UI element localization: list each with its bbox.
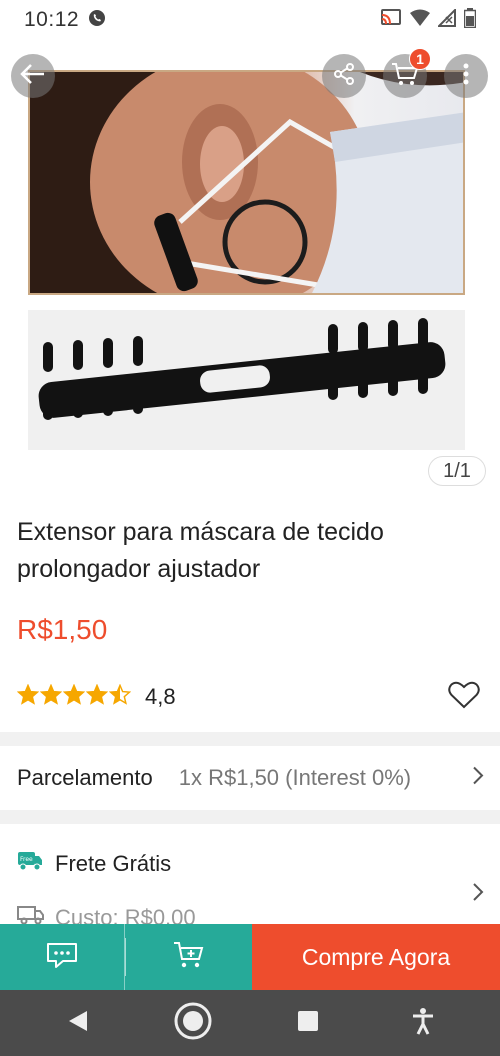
chevron-right-icon: [472, 882, 484, 907]
rating-row: 4,8: [16, 680, 483, 714]
section-divider: [0, 810, 500, 824]
installment-row[interactable]: Parcelamento 1x R$1,50 (Interest 0%): [0, 746, 500, 810]
star-icon: [16, 683, 40, 711]
truck-icon: [17, 904, 45, 924]
free-shipping-row: Free Frete Grátis: [17, 850, 171, 877]
arrow-left-icon: [20, 63, 46, 90]
battery-icon: [463, 7, 477, 33]
cart-count-badge: 1: [409, 48, 431, 70]
chat-icon: [45, 941, 79, 974]
nav-recents-button[interactable]: [278, 998, 338, 1048]
svg-text:Free: Free: [20, 856, 33, 863]
shipping-cost-row: Custo: R$0,00: [17, 904, 196, 924]
section-divider: [0, 732, 500, 746]
nav-home-button[interactable]: [163, 998, 223, 1048]
more-vertical-icon: [463, 63, 469, 90]
action-bar: Compre Agora: [0, 924, 500, 990]
product-photo-ear: [28, 70, 465, 295]
accessibility-icon: [411, 1007, 435, 1040]
installment-value: 1x R$1,50 (Interest 0%): [178, 765, 412, 790]
product-image-gallery[interactable]: 1 1/1: [0, 40, 500, 500]
triangle-back-icon: [67, 1009, 89, 1038]
shipping-section[interactable]: Free Frete Grátis Custo: R$0,00: [0, 824, 500, 924]
share-button[interactable]: [322, 54, 366, 98]
chat-button[interactable]: [0, 924, 125, 990]
signal-icon: [436, 7, 456, 32]
chevron-right-icon: [472, 766, 484, 791]
free-shipping-truck-icon: Free: [17, 850, 43, 877]
rating-stars: [16, 683, 132, 711]
product-price: R$1,50: [17, 614, 108, 645]
star-icon: [39, 683, 63, 711]
add-to-cart-button[interactable]: [125, 924, 252, 990]
system-nav-bar: [0, 990, 500, 1056]
product-title: Extensor para máscara de tecido prolonga…: [17, 518, 384, 583]
installment-label: Parcelamento: [17, 765, 153, 790]
wifi-icon: [410, 9, 430, 32]
status-time: 10:12: [24, 8, 80, 31]
image-counter: 1/1: [428, 456, 486, 486]
share-icon: [332, 62, 356, 91]
heart-icon: [448, 681, 480, 714]
add-to-cart-icon: [173, 940, 205, 975]
buy-now-button[interactable]: Compre Agora: [252, 924, 500, 990]
star-icon: [85, 683, 109, 711]
more-options-button[interactable]: [444, 54, 488, 98]
cast-icon: [380, 8, 402, 32]
rating-value: 4,8: [145, 684, 176, 709]
product-photo-extender: [28, 310, 465, 450]
home-circle-icon: [173, 1001, 213, 1046]
action-separator: [125, 938, 126, 976]
nav-back-button[interactable]: [48, 998, 108, 1048]
free-shipping-label: Frete Grátis: [55, 850, 172, 876]
status-bar: 10:12: [0, 0, 500, 40]
star-icon: [108, 683, 132, 711]
favorite-button[interactable]: [447, 680, 481, 714]
back-button[interactable]: [11, 54, 55, 98]
whatsapp-icon: [87, 8, 107, 33]
star-icon: [62, 683, 86, 711]
cart-button[interactable]: 1: [383, 48, 431, 98]
square-recents-icon: [297, 1010, 319, 1037]
shipping-cost-label: Custo: R$0,00: [55, 904, 196, 925]
nav-accessibility-button[interactable]: [393, 998, 453, 1048]
